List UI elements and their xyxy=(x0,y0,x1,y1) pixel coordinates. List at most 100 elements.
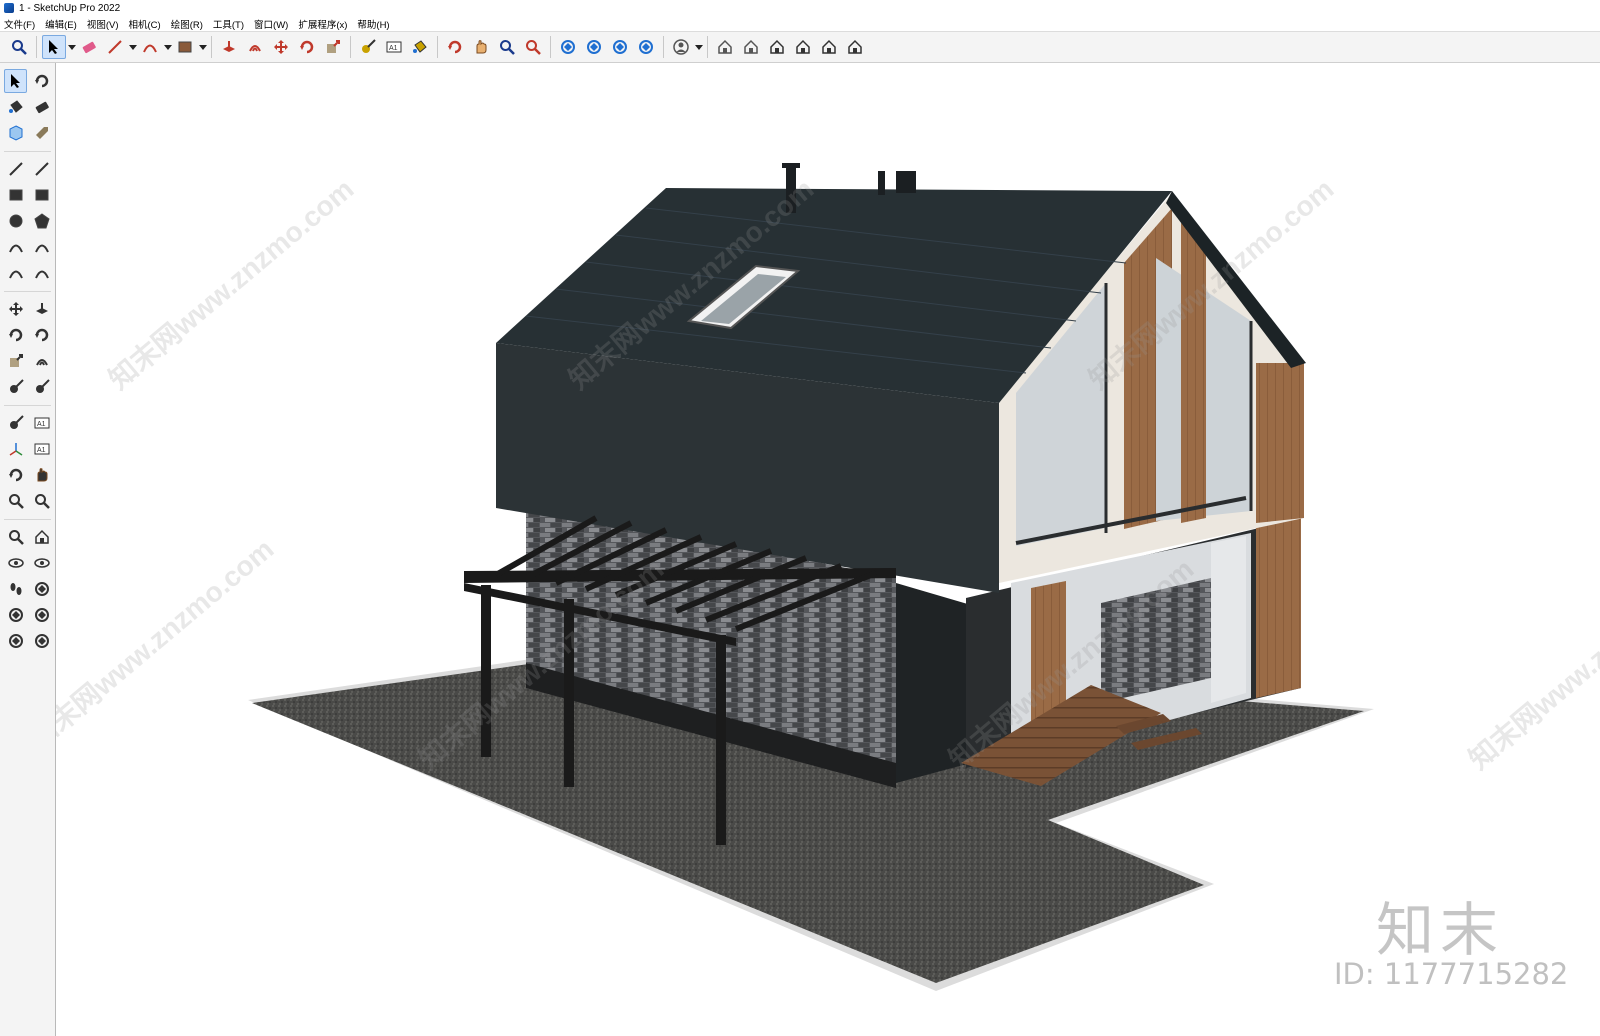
user-tool-button[interactable] xyxy=(669,35,693,59)
extension-warehouse-icon xyxy=(587,40,601,54)
eraser-tool-button[interactable] xyxy=(77,35,101,59)
zoom-tool-button[interactable] xyxy=(4,489,27,513)
pan-tool-button[interactable] xyxy=(469,35,493,59)
warehouse-tool-button[interactable] xyxy=(556,35,580,59)
pie-tool-button[interactable] xyxy=(30,261,53,285)
move-tool-button[interactable] xyxy=(269,35,293,59)
back-view-icon xyxy=(822,39,836,54)
tool-row xyxy=(0,120,55,146)
rotate-tool-button[interactable] xyxy=(4,323,27,347)
polygon-tool-button[interactable] xyxy=(30,209,53,233)
chevron-down-icon[interactable] xyxy=(198,35,207,59)
zoom-extents-tool-button[interactable] xyxy=(4,525,27,549)
freehand-tool-button[interactable] xyxy=(30,157,53,181)
select-tool-button[interactable] xyxy=(4,69,27,93)
paint-bucket-tool-button[interactable] xyxy=(4,95,27,119)
top-view-tool-button[interactable] xyxy=(739,35,763,59)
tool-group-separator xyxy=(4,400,51,406)
extension-manager-tool-button[interactable] xyxy=(634,35,658,59)
house-model-scene xyxy=(248,163,1374,991)
right-view-tool-button[interactable] xyxy=(791,35,815,59)
menu-item-5[interactable]: 工具(T) xyxy=(213,17,244,31)
chevron-down-icon[interactable] xyxy=(128,35,137,59)
push-pull-icon xyxy=(223,41,235,52)
position-camera-icon xyxy=(7,558,24,568)
three-point-arc-tool-button[interactable] xyxy=(4,261,27,285)
menu-item-7[interactable]: 扩展程序(x) xyxy=(298,17,347,31)
tag-tool-button[interactable] xyxy=(30,121,53,145)
scale-tool-button[interactable] xyxy=(4,349,27,373)
iso-view-tool-button[interactable] xyxy=(713,35,737,59)
offset-tool-button[interactable] xyxy=(30,349,53,373)
orbit-tool-button[interactable] xyxy=(30,69,53,93)
rotate-tool-button[interactable] xyxy=(295,35,319,59)
push-pull-tool-button[interactable] xyxy=(217,35,241,59)
dimension-tool-button[interactable] xyxy=(30,375,53,399)
menu-item-3[interactable]: 相机(C) xyxy=(128,17,160,31)
left-view-tool-button[interactable] xyxy=(843,35,867,59)
menu-item-0[interactable]: 文件(F) xyxy=(4,17,35,31)
menu-item-1[interactable]: 编辑(E) xyxy=(45,17,77,31)
rectangle-tool-button[interactable] xyxy=(4,183,27,207)
scale-tool-button[interactable] xyxy=(321,35,345,59)
component-tool-button[interactable] xyxy=(4,121,27,145)
eraser-tool-button[interactable] xyxy=(30,95,53,119)
warehouse-tool-button[interactable] xyxy=(4,603,27,627)
pan-tool-button[interactable] xyxy=(30,463,53,487)
menu-item-8[interactable]: 帮助(H) xyxy=(357,17,389,31)
orbit-tool-button[interactable] xyxy=(443,35,467,59)
main-toolbar: A1 xyxy=(0,31,1600,63)
look-around-tool-button[interactable] xyxy=(30,551,53,575)
push-pull-tool-button[interactable] xyxy=(30,297,53,321)
zoom-tool-button[interactable] xyxy=(7,35,31,59)
menu-item-6[interactable]: 窗口(W) xyxy=(254,17,288,31)
layout-tool-button[interactable] xyxy=(608,35,632,59)
section-plane-tool-button[interactable] xyxy=(30,577,53,601)
move-icon xyxy=(274,40,288,54)
line-tool-button[interactable] xyxy=(4,157,27,181)
front-view-tool-button[interactable] xyxy=(765,35,789,59)
rectangle-tool-button[interactable] xyxy=(173,35,197,59)
paint-bucket-tool-button[interactable] xyxy=(408,35,432,59)
tape-measure-tool-button[interactable] xyxy=(4,375,27,399)
zoom-window-tool-button[interactable] xyxy=(30,489,53,513)
eraser-icon xyxy=(82,41,96,54)
menu-item-4[interactable]: 绘图(R) xyxy=(171,17,203,31)
text-tool-button[interactable]: A1 xyxy=(30,411,53,435)
follow-me-icon xyxy=(34,328,48,342)
select-tool-button[interactable] xyxy=(42,35,66,59)
3d-text-tool-button[interactable]: A1 xyxy=(30,437,53,461)
rectangle-icon xyxy=(178,41,192,53)
chevron-down-icon[interactable] xyxy=(694,35,703,59)
tape-measure-tool-button[interactable] xyxy=(356,35,380,59)
model-viewport[interactable]: 知末网www.znzmo.com 知末网www.znzmo.com 知末网www… xyxy=(56,63,1600,1036)
rotated-rectangle-tool-button[interactable] xyxy=(30,183,53,207)
protractor-tool-button[interactable] xyxy=(4,411,27,435)
back-view-tool-button[interactable] xyxy=(817,35,841,59)
extension-warehouse-tool-button[interactable] xyxy=(30,603,53,627)
arc-tool-button[interactable] xyxy=(4,235,27,259)
text-icon: A1 xyxy=(386,41,402,53)
move-tool-button[interactable] xyxy=(4,297,27,321)
orbit-tool-tool-button[interactable] xyxy=(4,463,27,487)
walk-tool-button[interactable] xyxy=(4,577,27,601)
layout-tool-button[interactable] xyxy=(4,629,27,653)
offset-tool-button[interactable] xyxy=(243,35,267,59)
extension-manager-tool-button[interactable] xyxy=(30,629,53,653)
line-tool-button[interactable] xyxy=(103,35,127,59)
arc-tool-button[interactable] xyxy=(138,35,162,59)
previous-view-tool-button[interactable] xyxy=(30,525,53,549)
zoom-extents-tool-button[interactable] xyxy=(521,35,545,59)
position-camera-tool-button[interactable] xyxy=(4,551,27,575)
axes-tool-button[interactable] xyxy=(4,437,27,461)
two-point-arc-tool-button[interactable] xyxy=(30,235,53,259)
follow-me-tool-button[interactable] xyxy=(30,323,53,347)
extension-warehouse-tool-button[interactable] xyxy=(582,35,606,59)
chevron-down-icon[interactable] xyxy=(163,35,172,59)
circle-tool-button[interactable] xyxy=(4,209,27,233)
freehand-icon xyxy=(34,162,49,176)
menu-item-2[interactable]: 视图(V) xyxy=(87,17,119,31)
zoom-tool-tool-button[interactable] xyxy=(495,35,519,59)
chevron-down-icon[interactable] xyxy=(67,35,76,59)
text-tool-button[interactable]: A1 xyxy=(382,35,406,59)
